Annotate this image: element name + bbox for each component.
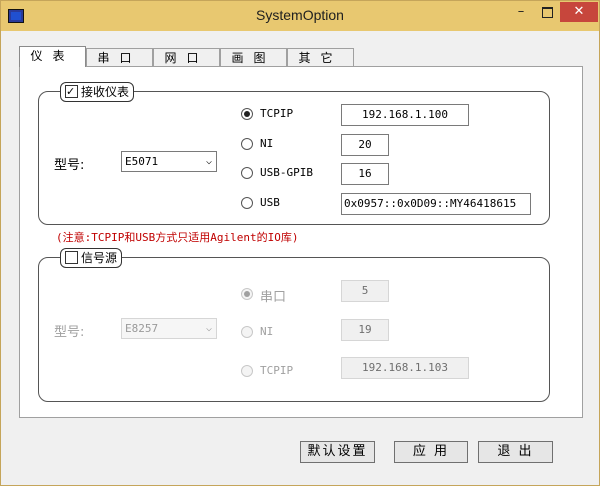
apply-button[interactable]: 应 用 xyxy=(394,441,468,463)
exit-button[interactable]: 退 出 xyxy=(478,441,553,463)
dialog-client: 仪表 串口 网口 画图 其它 接收仪表 型号: E5071 ⌵ TCPIP 19… xyxy=(9,31,592,479)
window: SystemOption – ✕ 仪表 串口 网口 画图 其它 接收仪表 型号:… xyxy=(0,0,600,486)
receiver-radio-usb[interactable] xyxy=(241,197,253,209)
source-model-value: E8257 xyxy=(125,322,159,335)
receiver-tcpip-label: TCPIP xyxy=(260,107,294,120)
io-library-note: (注意:TCPIP和USB方式只适用Agilent的IO库) xyxy=(56,231,299,244)
source-radio-ni[interactable] xyxy=(241,326,253,338)
receiver-ni-label: NI xyxy=(260,137,274,150)
source-checkbox[interactable]: 信号源 xyxy=(60,248,123,268)
receiver-checkbox[interactable]: 接收仪表 xyxy=(60,82,135,102)
receiver-ni-address-input[interactable]: 20 xyxy=(341,134,389,156)
tab-network[interactable]: 网口 xyxy=(153,48,220,66)
source-group xyxy=(38,257,550,402)
tab-other[interactable]: 其它 xyxy=(287,48,354,66)
close-button[interactable]: ✕ xyxy=(560,2,598,22)
receiver-usb-label: USB xyxy=(260,196,280,209)
receiver-model-label: 型号: xyxy=(54,158,85,173)
tab-serial[interactable]: 串口 xyxy=(86,48,153,66)
tab-panel-instrument: 接收仪表 型号: E5071 ⌵ TCPIP 192.168.1.100 NI … xyxy=(19,66,583,418)
title-bar[interactable]: SystemOption – ✕ xyxy=(1,1,599,31)
source-tcpip-address-input[interactable]: 192.168.1.103 xyxy=(341,357,469,379)
receiver-radio-usb-gpib[interactable] xyxy=(241,167,253,179)
source-checkbox-label: 信号源 xyxy=(81,251,118,265)
source-ni-address-input[interactable]: 19 xyxy=(341,319,389,341)
receiver-usb-gpib-label: USB-GPIB xyxy=(260,166,313,179)
maximize-icon xyxy=(541,7,553,18)
source-radio-serial[interactable] xyxy=(241,288,253,300)
receiver-tcpip-address-input[interactable]: 192.168.1.100 xyxy=(341,104,469,126)
source-model-label: 型号: xyxy=(54,325,85,340)
receiver-usb-gpib-address-input[interactable]: 16 xyxy=(341,163,389,185)
receiver-model-value: E5071 xyxy=(125,155,159,168)
default-settings-button[interactable]: 默认设置 xyxy=(300,441,375,463)
checkbox-unchecked-icon xyxy=(65,251,78,264)
source-model-select[interactable]: E8257 ⌵ xyxy=(121,318,217,339)
source-radio-tcpip[interactable] xyxy=(241,365,253,377)
source-tcpip-label: TCPIP xyxy=(260,364,294,377)
receiver-radio-tcpip[interactable] xyxy=(241,108,253,120)
tab-plot[interactable]: 画图 xyxy=(220,48,287,66)
checkbox-checked-icon xyxy=(65,83,78,101)
source-ni-label: NI xyxy=(260,325,274,338)
receiver-usb-address-input[interactable]: 0x0957::0x0D09::MY46418615 xyxy=(341,193,531,215)
receiver-model-select[interactable]: E5071 ⌵ xyxy=(121,151,217,172)
minimize-button[interactable]: – xyxy=(508,2,534,22)
source-serial-port-input[interactable]: 5 xyxy=(341,280,389,302)
chevron-down-icon: ⌵ xyxy=(205,323,212,334)
tab-instrument[interactable]: 仪表 xyxy=(19,46,86,67)
receiver-checkbox-label: 接收仪表 xyxy=(81,85,130,99)
chevron-down-icon: ⌵ xyxy=(205,156,212,167)
receiver-radio-ni[interactable] xyxy=(241,138,253,150)
maximize-button[interactable] xyxy=(534,2,560,22)
source-serial-label: 串口 xyxy=(260,290,287,305)
